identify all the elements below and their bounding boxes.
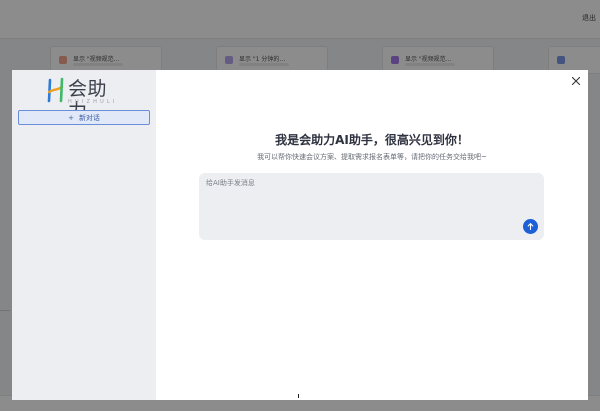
new-chat-label: 新对话	[78, 113, 100, 122]
assistant-subtitle: 我可以帮你快速会议方案、提取需求报名表单等，请把你的任务交给我吧~	[257, 153, 487, 161]
close-icon[interactable]	[570, 75, 582, 87]
assistant-title: 我是会助力AI助手，很高兴见到你！	[275, 133, 469, 147]
app-logo: 会助力 HUIZHULI	[46, 75, 126, 122]
chat-sidebar: 会助力 HUIZHULI + 新对话	[12, 70, 156, 400]
message-input[interactable]	[206, 178, 506, 218]
send-button[interactable]	[523, 219, 538, 234]
logo-subtext: HUIZHULI	[68, 99, 118, 105]
arrow-up-icon	[527, 223, 534, 231]
plus-icon: +	[68, 113, 74, 122]
new-chat-button[interactable]: + 新对话	[18, 110, 150, 125]
logo-h-icon	[47, 77, 64, 103]
message-input-box	[199, 173, 544, 240]
mouse-cursor	[298, 394, 299, 398]
ai-assistant-modal: 会助力 HUIZHULI + 新对话 我是会助力AI助手，很高兴见到你！ 我可以…	[12, 70, 588, 400]
